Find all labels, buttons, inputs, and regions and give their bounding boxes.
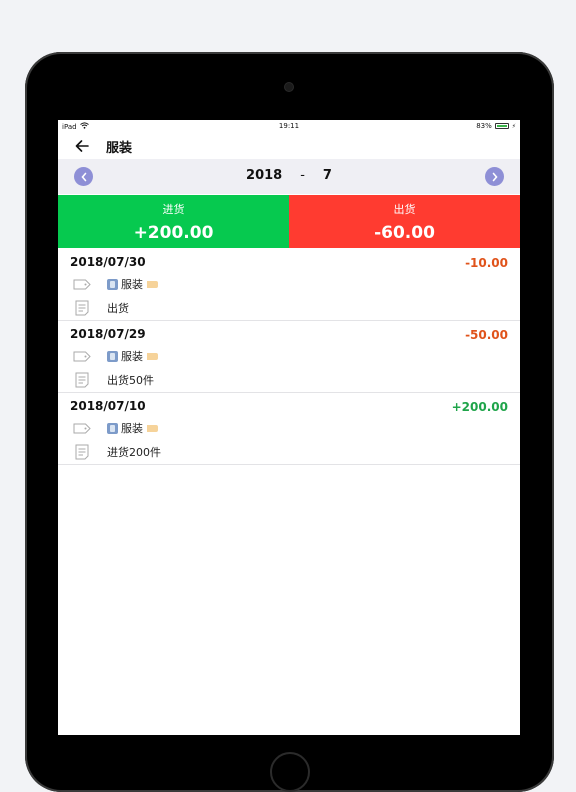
record-note-row: 出货 <box>72 300 129 316</box>
list-item[interactable]: 2018/07/10 +200.00 服装 进货200件 <box>58 393 520 465</box>
category-label: 服装 <box>121 350 143 363</box>
battery-percent: 83% <box>476 122 492 130</box>
record-date: 2018/07/30 <box>70 255 146 269</box>
label-tag-icon <box>147 352 158 360</box>
camera <box>285 83 293 91</box>
home-button[interactable] <box>270 752 310 792</box>
record-note-row: 出货50件 <box>72 372 154 388</box>
arrow-left-icon <box>75 140 89 152</box>
note-icon <box>72 444 92 460</box>
clothing-icon <box>107 278 118 290</box>
record-amount: +200.00 <box>451 400 508 414</box>
record-category-row: 服装 <box>72 276 158 292</box>
chevron-right-icon <box>492 172 498 181</box>
category-label: 服装 <box>121 278 143 291</box>
page-title: 服装 <box>106 141 133 156</box>
status-right: 83% ⚡ <box>476 122 516 130</box>
label-tag-icon <box>147 280 158 288</box>
record-note: 出货50件 <box>107 374 154 387</box>
clothing-icon <box>107 422 118 434</box>
record-category-row: 服装 <box>72 348 158 364</box>
clothing-icon <box>107 350 118 362</box>
tag-icon <box>72 349 92 363</box>
record-category: 服装 <box>107 420 158 436</box>
record-amount: -10.00 <box>465 256 508 270</box>
note-icon <box>72 300 92 316</box>
charging-icon: ⚡ <box>511 122 516 130</box>
record-note: 进货200件 <box>107 446 161 459</box>
record-date: 2018/07/29 <box>70 327 146 341</box>
back-button[interactable] <box>72 136 92 156</box>
month-label: 2018 - 7 <box>58 168 520 183</box>
month-value: 7 <box>322 168 332 183</box>
status-time: 19:11 <box>278 122 300 130</box>
list-item[interactable]: 2018/07/29 -50.00 服装 出货50件 <box>58 321 520 393</box>
record-category: 服装 <box>107 276 158 292</box>
record-amount: -50.00 <box>465 328 508 342</box>
record-category: 服装 <box>107 348 158 364</box>
battery-icon <box>494 123 509 129</box>
stock-out-value: -60.00 <box>374 223 435 243</box>
app-screen: iPad 19:11 83% ⚡ 服装 2018 - 7 进货 +200.00 … <box>58 120 520 735</box>
category-label: 服装 <box>121 422 143 435</box>
nav-bar: 服装 <box>58 132 520 159</box>
record-note-row: 进货200件 <box>72 444 161 460</box>
stock-in-value: +200.00 <box>133 223 214 243</box>
tag-icon <box>72 277 92 291</box>
summary-panel: 进货 +200.00 出货 -60.00 <box>58 195 520 248</box>
month-selector: 2018 - 7 <box>58 159 520 194</box>
next-month-button[interactable] <box>485 167 504 186</box>
record-date: 2018/07/10 <box>70 399 146 413</box>
stock-in-label: 进货 <box>162 203 185 216</box>
record-note: 出货 <box>107 302 129 315</box>
label-tag-icon <box>147 424 158 432</box>
record-category-row: 服装 <box>72 420 158 436</box>
tag-icon <box>72 421 92 435</box>
date-separator: - <box>300 168 305 183</box>
list-item[interactable]: 2018/07/30 -10.00 服装 出货 <box>58 249 520 321</box>
stock-out-label: 出货 <box>393 203 416 216</box>
note-icon <box>72 372 92 388</box>
stock-out-summary[interactable]: 出货 -60.00 <box>289 195 520 248</box>
year-value: 2018 <box>246 168 283 183</box>
stock-in-summary[interactable]: 进货 +200.00 <box>58 195 289 248</box>
status-bar: iPad 19:11 83% ⚡ <box>58 120 520 132</box>
